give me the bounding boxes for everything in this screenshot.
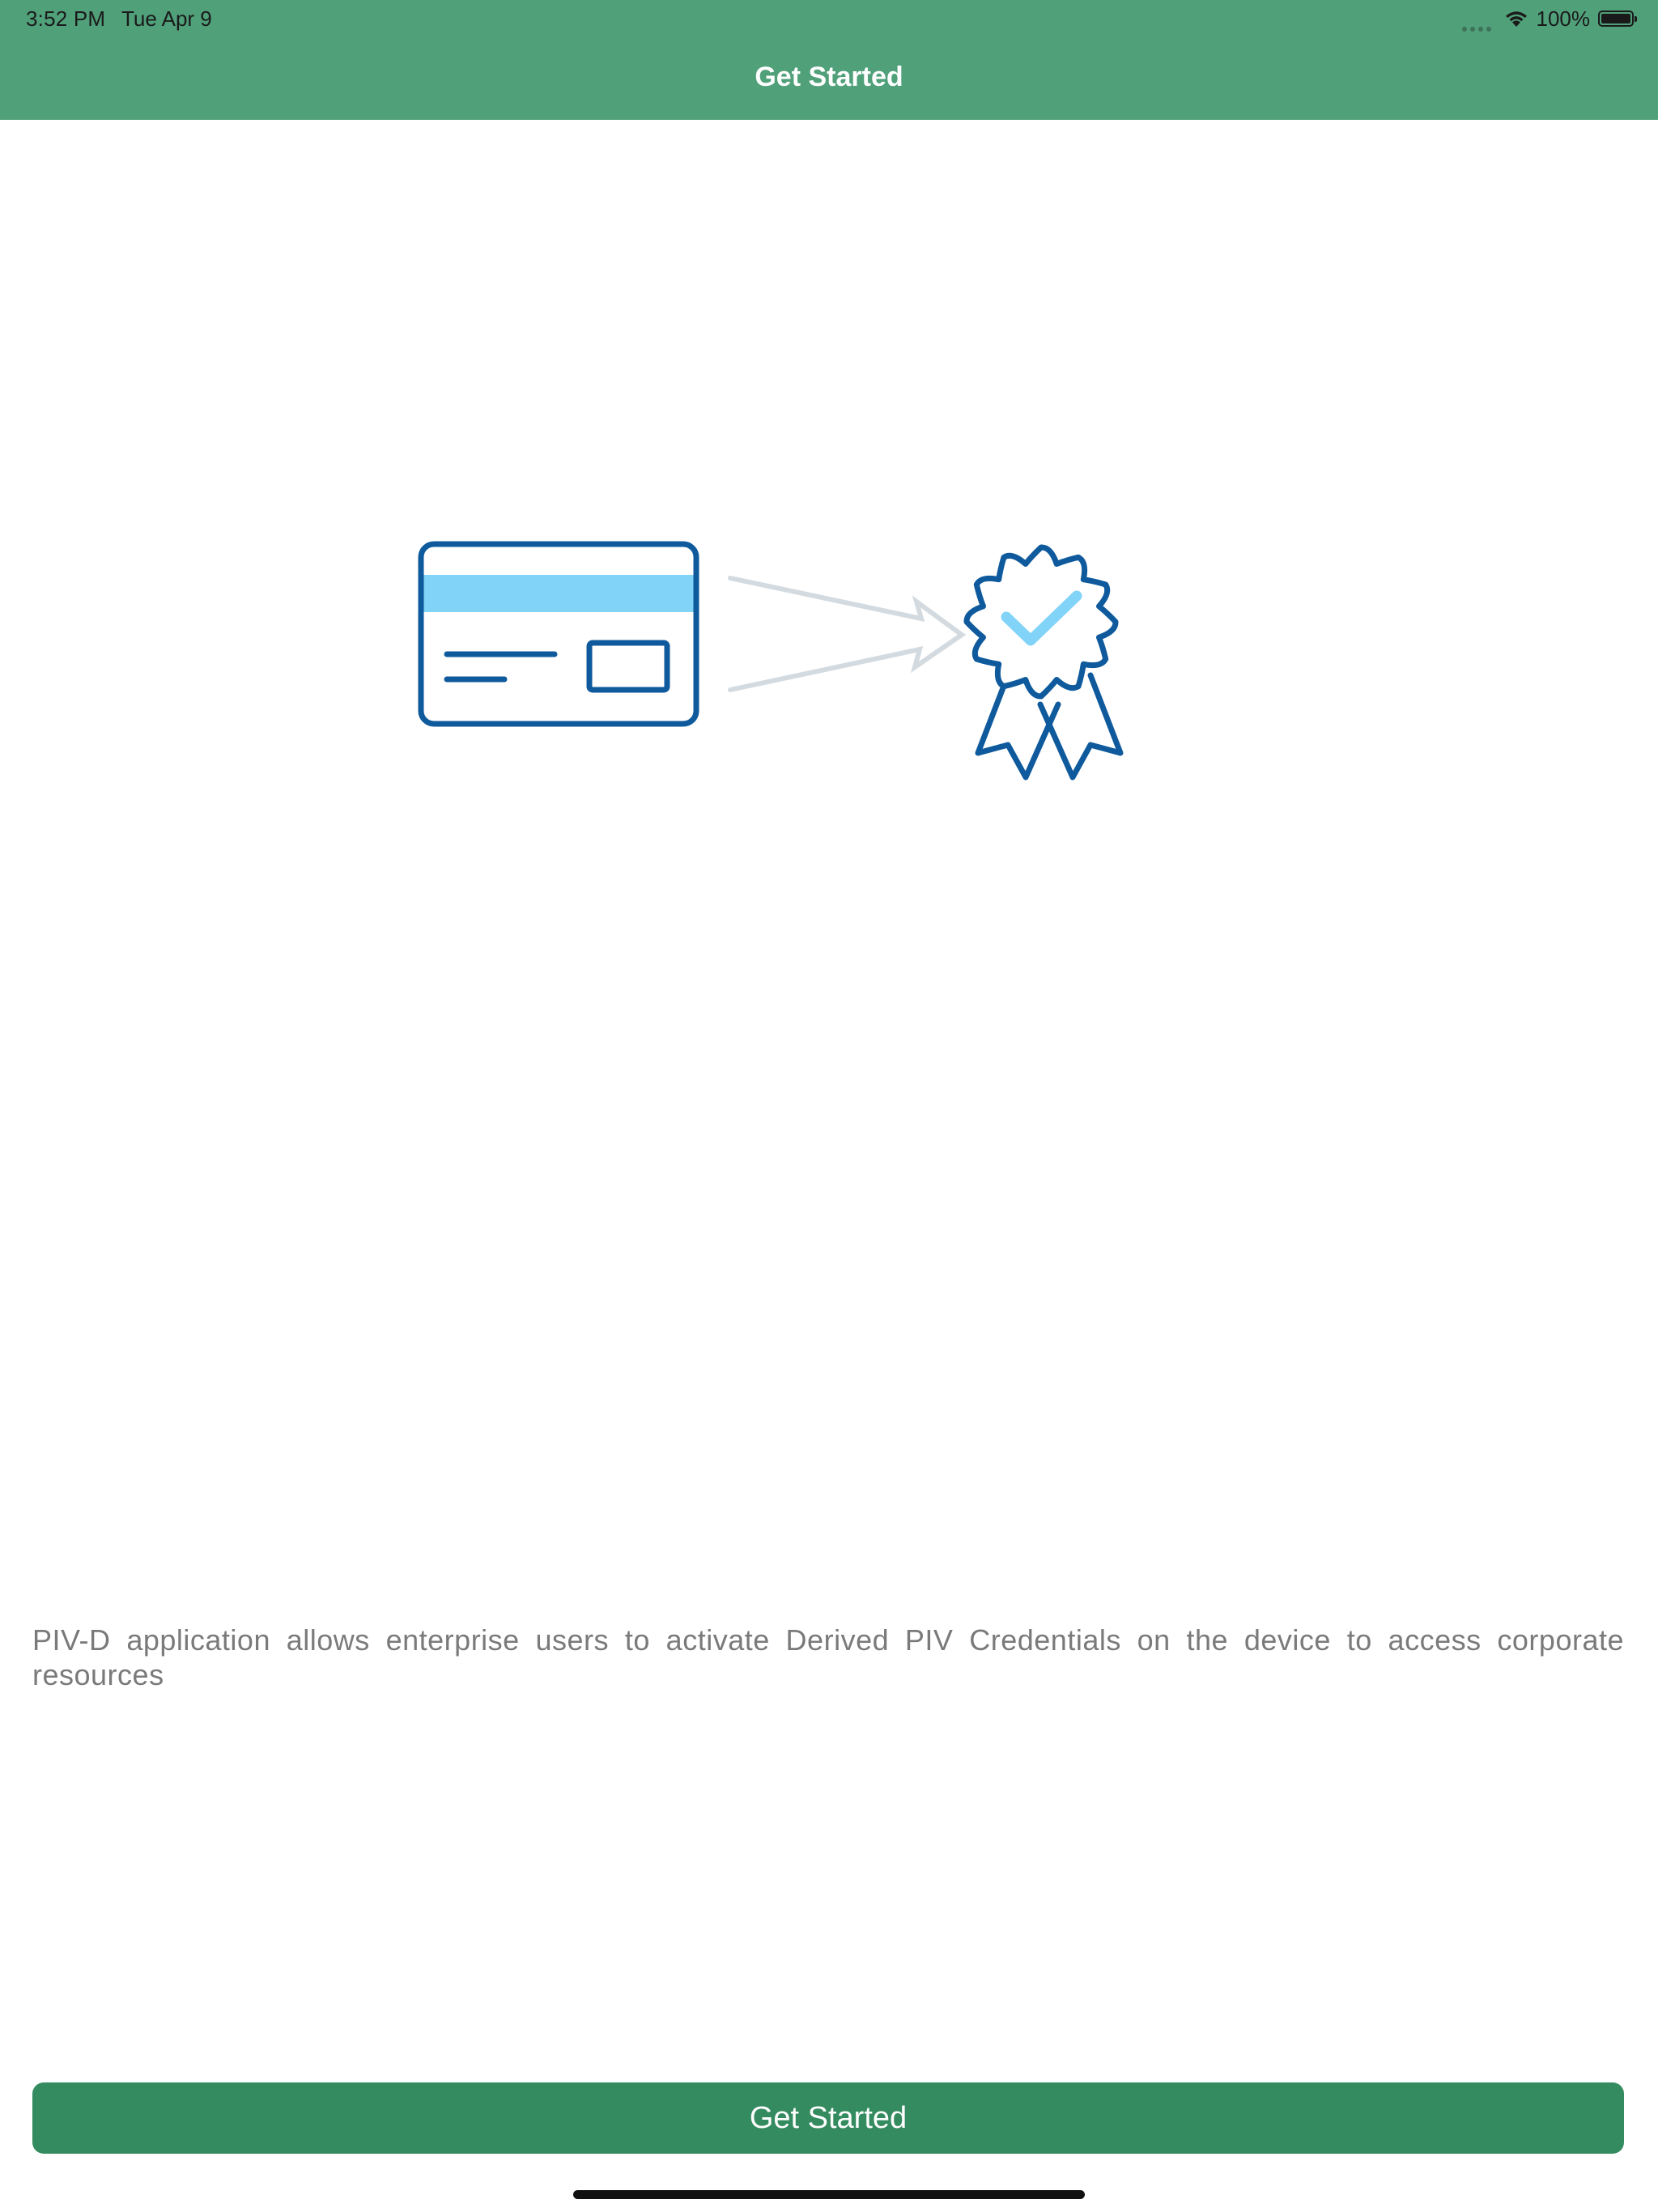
battery-percent: 100% [1536, 6, 1591, 31]
certificate-badge-icon [963, 544, 1124, 781]
battery-fill [1601, 14, 1630, 23]
cellular-dots-icon [1461, 6, 1491, 32]
description-text: PIV-D application allows enterprise user… [32, 1623, 1624, 1691]
get-started-screen: 3:52 PM Tue Apr 9 100% Get Started PIV-D… [0, 0, 1658, 2212]
home-indicator[interactable] [573, 2190, 1085, 2199]
status-time: 3:52 PM [26, 6, 106, 31]
page-title: Get Started [755, 62, 903, 92]
get-started-button[interactable]: Get Started [32, 2082, 1624, 2154]
id-card-icon [418, 541, 699, 727]
header: 3:52 PM Tue Apr 9 100% Get Started [0, 0, 1658, 120]
illustration [418, 541, 1124, 781]
arrow-right-icon [728, 576, 967, 692]
wifi-icon [1505, 11, 1527, 27]
battery-icon [1598, 11, 1637, 27]
status-bar: 3:52 PM Tue Apr 9 100% [0, 0, 1658, 37]
status-indicators: 100% [1461, 6, 1637, 32]
status-date: Tue Apr 9 [121, 6, 212, 31]
